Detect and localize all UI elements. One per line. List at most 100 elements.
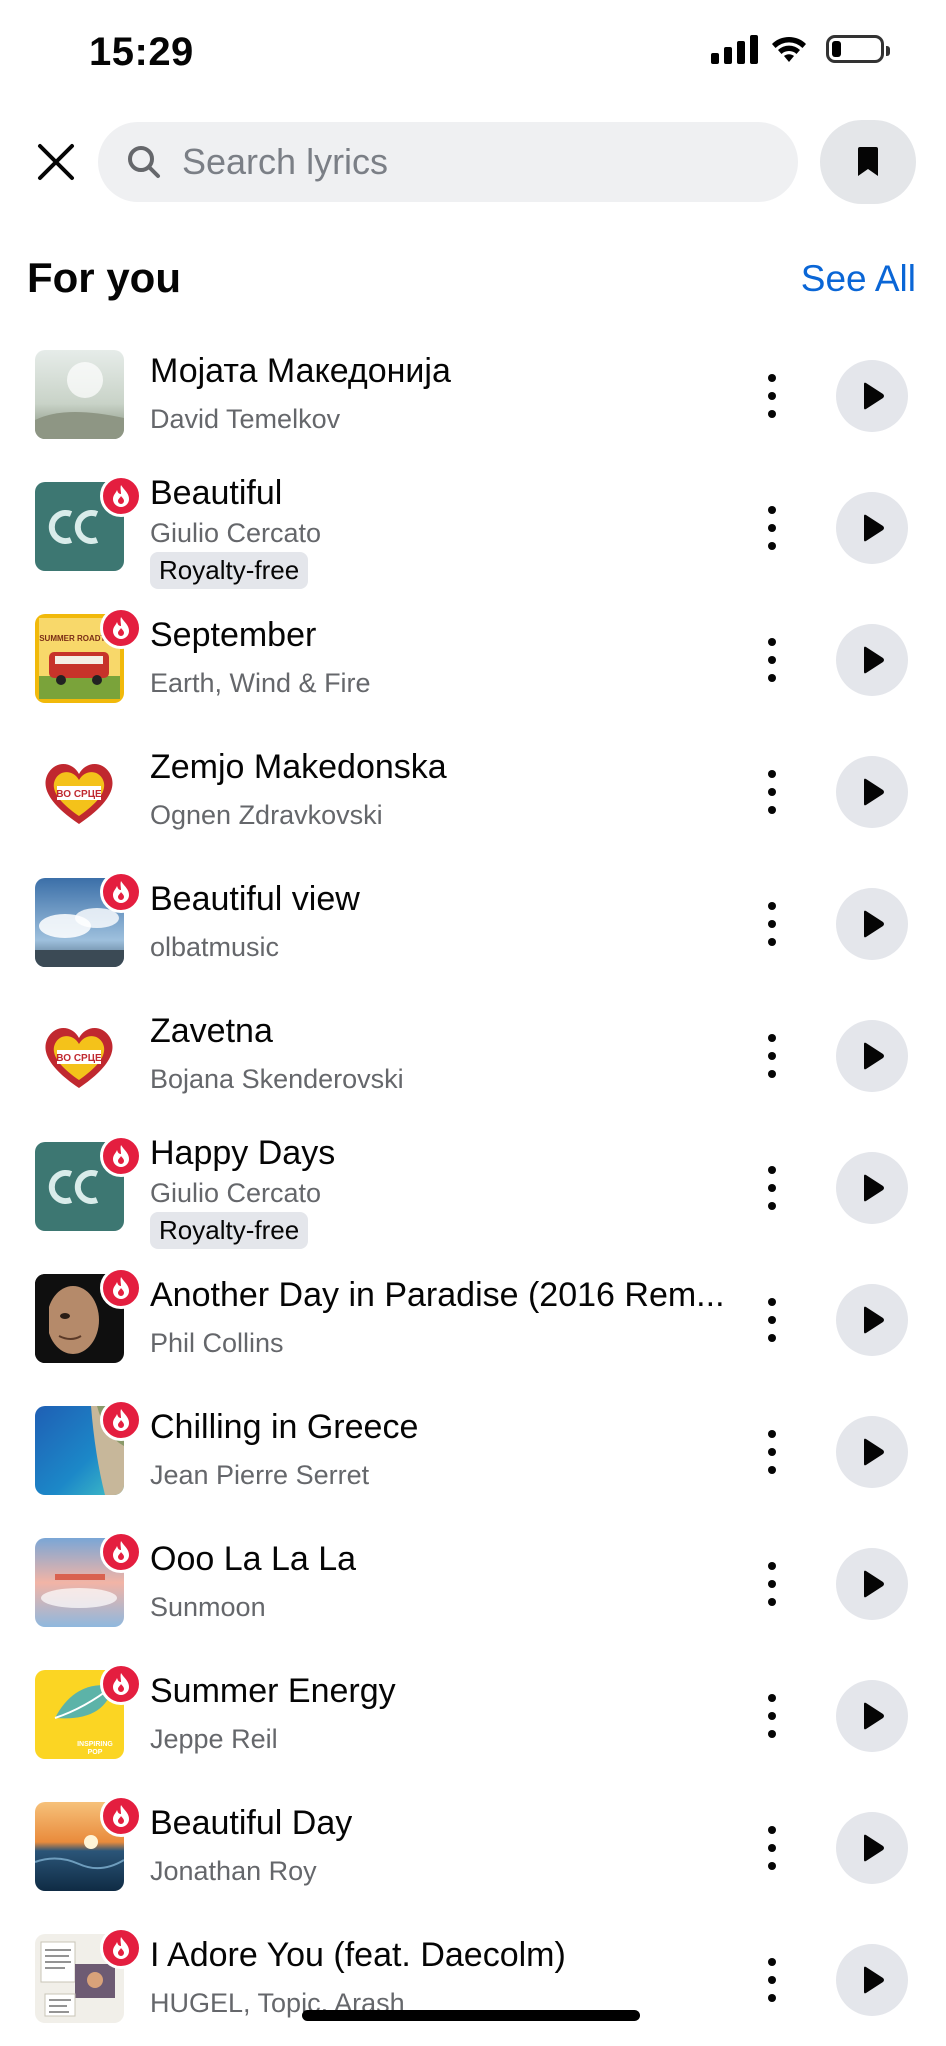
cellular-signal-icon — [711, 34, 758, 64]
royalty-free-tag: Royalty-free — [150, 1212, 309, 1249]
track-title: Мојата Македонија — [150, 352, 451, 390]
play-icon — [864, 910, 884, 938]
trending-badge — [100, 607, 142, 649]
track-row[interactable]: INSPIRING POP Summer Energy Jeppe Reil — [0, 1650, 946, 1782]
track-artist: Earth, Wind & Fire — [150, 668, 371, 698]
track-row[interactable]: Happy Days Giulio Cercato Royalty-free — [0, 1122, 946, 1254]
track-artist: David Temelkov — [150, 404, 341, 434]
play-icon — [864, 1306, 884, 1334]
trending-badge — [100, 1531, 142, 1573]
svg-text:ВО СРЦЕ: ВО СРЦЕ — [56, 1053, 102, 1064]
more-options-button[interactable] — [752, 900, 792, 948]
fire-icon — [113, 881, 129, 903]
more-options-button[interactable] — [752, 1296, 792, 1344]
track-row[interactable]: ВО СРЦЕ Zavetna Bojana Skenderovski — [0, 990, 946, 1122]
more-options-button[interactable] — [752, 768, 792, 816]
trending-badge — [100, 1795, 142, 1837]
track-row[interactable]: Beautiful view olbatmusic — [0, 858, 946, 990]
play-button[interactable] — [836, 1812, 908, 1884]
play-button[interactable] — [836, 1548, 908, 1620]
more-vertical-icon — [768, 1298, 776, 1306]
track-title: Summer Energy — [150, 1672, 396, 1710]
more-options-button[interactable] — [752, 1428, 792, 1476]
track-row[interactable]: SUMMER ROADTRIP September Earth, Wind & … — [0, 594, 946, 726]
track-row[interactable]: I Adore You (feat. Daecolm) HUGEL, Topic… — [0, 1914, 946, 2046]
play-button[interactable] — [836, 756, 908, 828]
play-button[interactable] — [836, 1944, 908, 2016]
play-button[interactable] — [836, 1680, 908, 1752]
track-row[interactable]: Chilling in Greece Jean Pierre Serret — [0, 1386, 946, 1518]
fire-icon — [113, 1409, 129, 1431]
play-button[interactable] — [836, 624, 908, 696]
search-box[interactable] — [98, 122, 798, 202]
trending-badge — [100, 1135, 142, 1177]
more-options-button[interactable] — [752, 1164, 792, 1212]
track-row[interactable]: Ooo La La La Sunmoon — [0, 1518, 946, 1650]
bookmark-button[interactable] — [820, 120, 916, 204]
see-all-link[interactable]: See All — [801, 258, 916, 300]
album-art[interactable]: ВО СРЦЕ — [35, 1010, 124, 1099]
more-options-button[interactable] — [752, 636, 792, 684]
track-artist: Phil Collins — [150, 1328, 284, 1358]
fire-icon — [113, 1673, 129, 1695]
fire-icon — [113, 1805, 129, 1827]
play-icon — [864, 1174, 884, 1202]
play-icon — [864, 1834, 884, 1862]
close-button[interactable] — [26, 132, 86, 192]
track-artist: Jean Pierre Serret — [150, 1460, 370, 1490]
track-row[interactable]: ВО СРЦЕ Zemjo Makedonska Ognen Zdravkovs… — [0, 726, 946, 858]
track-title: Chilling in Greece — [150, 1408, 419, 1446]
more-options-button[interactable] — [752, 1956, 792, 2004]
track-title: September — [150, 616, 317, 654]
track-title: Happy Days — [150, 1134, 336, 1172]
more-vertical-icon — [768, 770, 776, 778]
play-button[interactable] — [836, 492, 908, 564]
more-options-button[interactable] — [752, 1824, 792, 1872]
play-button[interactable] — [836, 888, 908, 960]
track-row[interactable]: Beautiful Day Jonathan Roy — [0, 1782, 946, 1914]
more-options-button[interactable] — [752, 504, 792, 552]
track-row[interactable]: Beautiful Giulio Cercato Royalty-free — [0, 462, 946, 594]
track-artist: Bojana Skenderovski — [150, 1064, 404, 1094]
more-options-button[interactable] — [752, 1560, 792, 1608]
svg-text:ВО СРЦЕ: ВО СРЦЕ — [56, 789, 102, 800]
royalty-free-tag: Royalty-free — [150, 552, 309, 589]
status-bar: 15:29 — [0, 0, 946, 110]
more-vertical-icon — [768, 1166, 776, 1174]
more-vertical-icon — [768, 374, 776, 382]
play-icon — [864, 778, 884, 806]
home-indicator[interactable] — [302, 2010, 640, 2021]
album-art[interactable] — [35, 350, 124, 439]
more-vertical-icon — [768, 1694, 776, 1702]
fire-icon — [113, 1277, 129, 1299]
track-row[interactable]: Мојата Македонија David Temelkov — [0, 330, 946, 462]
fire-icon — [113, 1145, 129, 1167]
more-options-button[interactable] — [752, 1692, 792, 1740]
track-artist: Jeppe Reil — [150, 1724, 278, 1754]
track-title: Beautiful Day — [150, 1804, 353, 1842]
trending-badge — [100, 871, 142, 913]
search-input[interactable] — [182, 141, 742, 183]
more-vertical-icon — [768, 1562, 776, 1570]
more-vertical-icon — [768, 638, 776, 646]
wifi-icon — [772, 36, 806, 62]
battery-icon — [826, 35, 890, 63]
play-button[interactable] — [836, 1284, 908, 1356]
album-art[interactable]: ВО СРЦЕ — [35, 746, 124, 835]
trending-badge — [100, 1927, 142, 1969]
track-title: Zemjo Makedonska — [150, 748, 447, 786]
more-options-button[interactable] — [752, 372, 792, 420]
play-icon — [864, 382, 884, 410]
track-artist: Ognen Zdravkovski — [150, 800, 383, 830]
more-options-button[interactable] — [752, 1032, 792, 1080]
play-button[interactable] — [836, 1020, 908, 1092]
section-header: For you See All — [0, 250, 946, 310]
fire-icon — [113, 485, 129, 507]
track-row[interactable]: Another Day in Paradise (2016 Rem... Phi… — [0, 1254, 946, 1386]
play-button[interactable] — [836, 1152, 908, 1224]
play-button[interactable] — [836, 1416, 908, 1488]
search-row — [0, 120, 946, 204]
play-button[interactable] — [836, 360, 908, 432]
track-title: Beautiful view — [150, 880, 360, 918]
play-icon — [864, 514, 884, 542]
